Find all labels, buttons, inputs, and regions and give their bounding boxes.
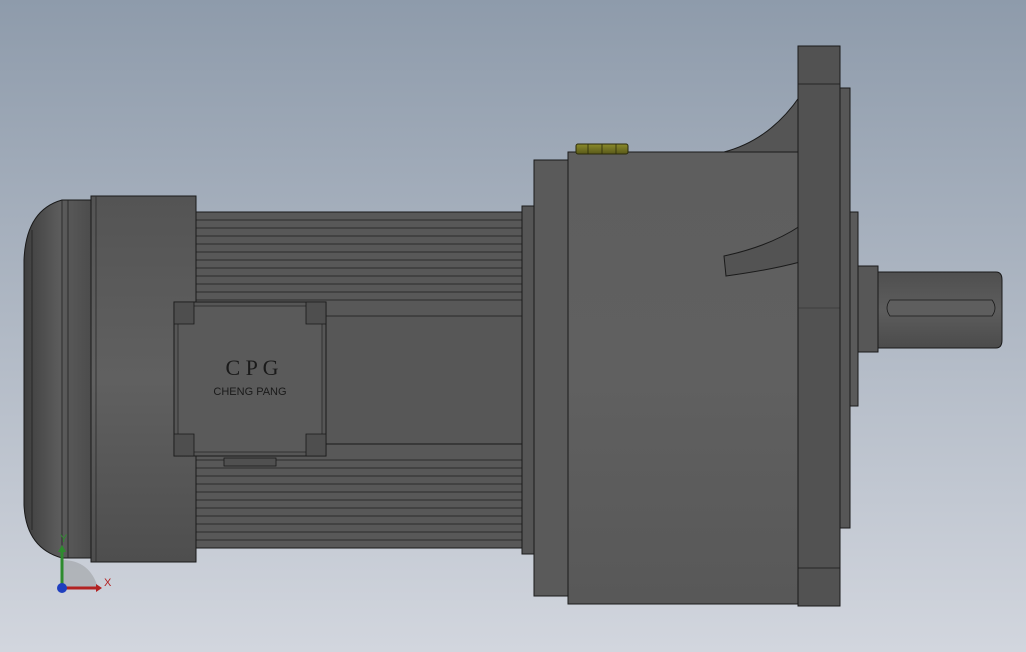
oil-plug[interactable] (575, 143, 629, 155)
mounting-flange[interactable] (797, 45, 859, 607)
gearbox-housing[interactable] (521, 94, 801, 605)
x-axis-label: X (104, 577, 112, 589)
nameplate-company: CHENG PANG (213, 386, 286, 398)
screw-boss-br (305, 433, 327, 457)
screw-boss-bl (173, 433, 195, 457)
motor-end-cap[interactable] (23, 195, 197, 563)
terminal-box[interactable]: C P G CHENG PANG (173, 301, 523, 467)
y-axis-label: Y (60, 533, 68, 545)
cable-gland (223, 457, 277, 467)
output-shaft[interactable] (857, 265, 1003, 353)
screw-boss-tl (173, 301, 195, 325)
cad-viewport[interactable]: C P G CHENG PANG X Y (0, 0, 1026, 652)
cad-scene[interactable]: C P G CHENG PANG X Y (0, 0, 1026, 652)
screw-boss-tr (305, 301, 327, 325)
shaft-keyway (886, 299, 996, 317)
nameplate-brand: C P G (226, 355, 279, 380)
z-axis-origin (57, 583, 67, 593)
